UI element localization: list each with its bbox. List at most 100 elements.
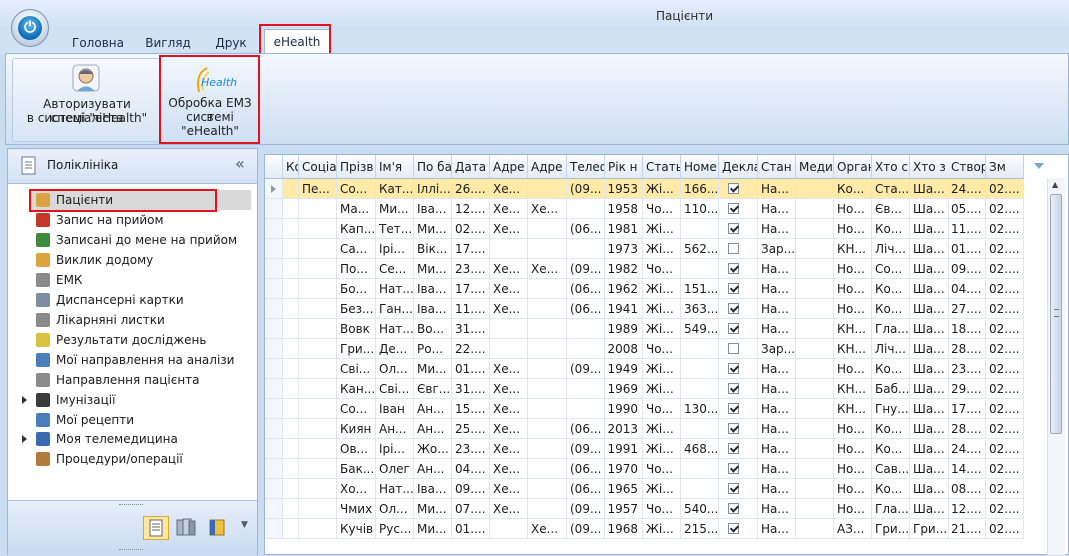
table-cell[interactable]: Хе... bbox=[490, 439, 528, 459]
table-cell[interactable]: Се... bbox=[376, 259, 414, 279]
table-row[interactable]: Ма... Ми... Іва... 12.... Хе... Хе... 1958 Чо..… bbox=[265, 199, 1055, 219]
table-cell[interactable]: (09... bbox=[567, 439, 605, 459]
table-cell[interactable]: Жі... bbox=[643, 319, 681, 339]
table-cell[interactable]: Хе... bbox=[490, 279, 528, 299]
table-cell[interactable] bbox=[796, 179, 834, 199]
table-cell[interactable] bbox=[796, 479, 834, 499]
table-cell[interactable]: 1958 bbox=[605, 199, 643, 219]
table-cell[interactable]: 130... bbox=[681, 399, 719, 419]
table-cell[interactable]: 1941 bbox=[605, 299, 643, 319]
table-cell[interactable]: Єв... bbox=[872, 199, 910, 219]
table-cell[interactable]: Тет... bbox=[376, 219, 414, 239]
table-cell[interactable]: 02.... bbox=[986, 179, 1024, 199]
table-cell[interactable]: Но... bbox=[834, 279, 872, 299]
table-cell[interactable] bbox=[796, 499, 834, 519]
table-cell[interactable]: 02.... bbox=[986, 379, 1024, 399]
table-cell[interactable]: (09... bbox=[567, 359, 605, 379]
table-cell[interactable]: 05.... bbox=[948, 199, 986, 219]
table-cell[interactable]: (06... bbox=[567, 419, 605, 439]
table-cell[interactable]: Ша... bbox=[910, 299, 949, 319]
table-cell[interactable]: Хе... bbox=[490, 299, 528, 319]
table-cell[interactable]: 28.... bbox=[948, 339, 986, 359]
checkbox[interactable] bbox=[728, 383, 739, 394]
table-cell[interactable]: Ми... bbox=[414, 519, 452, 539]
table-cell[interactable]: 1981 bbox=[605, 219, 643, 239]
scroll-thumb[interactable] bbox=[1050, 194, 1062, 434]
table-cell[interactable]: Но... bbox=[834, 479, 872, 499]
table-cell[interactable]: 2008 bbox=[605, 339, 643, 359]
table-cell[interactable] bbox=[528, 179, 567, 199]
table-cell[interactable]: (09... bbox=[567, 499, 605, 519]
declaration-checkbox-cell[interactable] bbox=[719, 259, 758, 279]
declaration-checkbox-cell[interactable] bbox=[719, 519, 758, 539]
table-cell[interactable]: 01.... bbox=[452, 359, 490, 379]
row-indicator[interactable] bbox=[265, 519, 283, 539]
column-header[interactable]: Орган bbox=[834, 155, 872, 179]
table-cell[interactable]: Баб... bbox=[872, 379, 910, 399]
table-cell[interactable]: Жі... bbox=[643, 419, 681, 439]
table-cell[interactable] bbox=[299, 419, 337, 439]
table-cell[interactable]: 363... bbox=[681, 299, 719, 319]
table-cell[interactable]: Хе... bbox=[490, 179, 528, 199]
table-cell[interactable]: КН... bbox=[834, 239, 872, 259]
table-cell[interactable] bbox=[283, 259, 299, 279]
table-cell[interactable]: 02.... bbox=[986, 219, 1024, 239]
table-cell[interactable]: 24.... bbox=[948, 179, 986, 199]
table-cell[interactable]: Чо... bbox=[643, 499, 681, 519]
column-header[interactable]: Соціа bbox=[299, 155, 337, 179]
row-indicator[interactable] bbox=[265, 499, 283, 519]
table-cell[interactable]: Хе... bbox=[490, 399, 528, 419]
table-cell[interactable] bbox=[567, 379, 605, 399]
table-cell[interactable]: На... bbox=[758, 279, 796, 299]
table-cell[interactable] bbox=[299, 379, 337, 399]
column-header[interactable]: Прізв bbox=[337, 155, 376, 179]
table-cell[interactable]: Зар... bbox=[758, 339, 796, 359]
table-cell[interactable]: Жі... bbox=[643, 239, 681, 259]
row-indicator[interactable] bbox=[265, 359, 283, 379]
table-row[interactable]: Кучів Рус... Ми... 01.... Хе... (09... 1968 Жі.… bbox=[265, 519, 1055, 539]
nav-options-dropdown-icon[interactable]: ▼ bbox=[241, 520, 248, 530]
table-cell[interactable]: Ша... bbox=[910, 219, 949, 239]
table-cell[interactable] bbox=[528, 339, 567, 359]
nav-item[interactable]: Пацієнти bbox=[36, 190, 113, 210]
table-cell[interactable]: 562... bbox=[681, 239, 719, 259]
table-cell[interactable]: КН... bbox=[834, 319, 872, 339]
table-cell[interactable]: Хе... bbox=[528, 199, 567, 219]
table-cell[interactable]: АЗ... bbox=[834, 519, 872, 539]
table-cell[interactable]: Ша... bbox=[910, 339, 949, 359]
table-cell[interactable]: 02.... bbox=[986, 339, 1024, 359]
table-cell[interactable] bbox=[283, 239, 299, 259]
table-cell[interactable] bbox=[528, 219, 567, 239]
declaration-checkbox-cell[interactable] bbox=[719, 459, 758, 479]
table-cell[interactable]: 02.... bbox=[986, 199, 1024, 219]
table-cell[interactable] bbox=[796, 299, 834, 319]
table-cell[interactable] bbox=[299, 439, 337, 459]
table-cell[interactable] bbox=[796, 259, 834, 279]
table-cell[interactable]: Ан... bbox=[414, 419, 452, 439]
table-cell[interactable]: Іва... bbox=[414, 299, 452, 319]
table-cell[interactable]: Ми... bbox=[414, 259, 452, 279]
table-cell[interactable]: Кан... bbox=[337, 379, 376, 399]
nav-item[interactable]: Мої рецепти bbox=[36, 410, 134, 430]
checkbox[interactable] bbox=[728, 483, 739, 494]
table-cell[interactable]: 04.... bbox=[948, 279, 986, 299]
table-cell[interactable]: 12.... bbox=[452, 199, 490, 219]
table-cell[interactable]: Ша... bbox=[910, 239, 949, 259]
table-cell[interactable] bbox=[528, 459, 567, 479]
declaration-checkbox-cell[interactable] bbox=[719, 339, 758, 359]
table-cell[interactable]: Ан... bbox=[376, 419, 414, 439]
table-cell[interactable]: 09.... bbox=[948, 259, 986, 279]
table-cell[interactable]: 1965 bbox=[605, 479, 643, 499]
tab-print[interactable]: Друк bbox=[206, 34, 256, 54]
table-cell[interactable]: Хе... bbox=[490, 459, 528, 479]
app-menu-button[interactable]: ⏻ bbox=[11, 9, 49, 47]
table-cell[interactable]: 02.... bbox=[986, 419, 1024, 439]
table-cell[interactable]: 1949 bbox=[605, 359, 643, 379]
table-cell[interactable]: 1953 bbox=[605, 179, 643, 199]
declaration-checkbox-cell[interactable] bbox=[719, 499, 758, 519]
table-cell[interactable] bbox=[796, 519, 834, 539]
table-cell[interactable]: 24.... bbox=[948, 439, 986, 459]
table-cell[interactable] bbox=[299, 479, 337, 499]
table-cell[interactable]: Хе... bbox=[490, 479, 528, 499]
table-cell[interactable] bbox=[528, 279, 567, 299]
